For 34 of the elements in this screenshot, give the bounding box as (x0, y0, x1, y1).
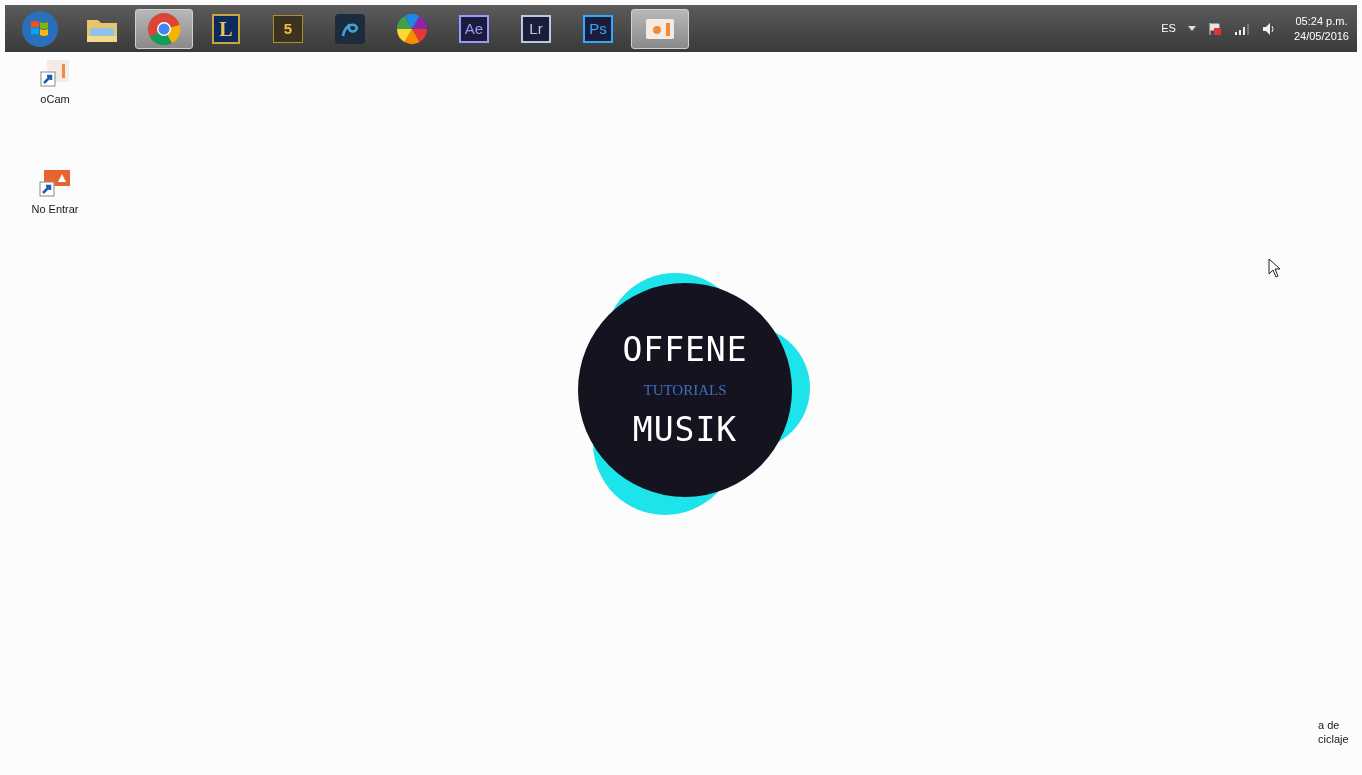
taskbar-button[interactable]: 5 (259, 8, 317, 49)
app-icon: Lr (521, 14, 551, 43)
speaker-icon[interactable] (1261, 21, 1276, 36)
taskbar-button[interactable] (135, 8, 193, 49)
color-wheel-icon (396, 12, 428, 45)
app-icon: L (212, 13, 240, 44)
desktop-icon-label[interactable]: a de (1318, 718, 1340, 732)
camera-shortcut-icon[interactable] (39, 58, 71, 88)
clock-time: 05:24 p.m. (1295, 13, 1348, 29)
flag-icon[interactable] (1207, 21, 1222, 36)
taskbar-button[interactable] (631, 8, 689, 49)
logo-subtitle: TUTORIALS (643, 381, 727, 399)
taskbar-button[interactable]: Ae (445, 8, 503, 49)
taskbar-button[interactable]: Lr (507, 8, 565, 49)
desktop-icon-label[interactable]: No Entrar (31, 200, 79, 217)
app-icon: Ps (583, 14, 613, 43)
signal-icon[interactable] (1233, 22, 1250, 35)
taskbar-button[interactable]: L (197, 8, 255, 49)
windows-start-icon (21, 9, 59, 48)
logo-title: OFFENE (622, 331, 748, 369)
app-icon: 5 (273, 14, 303, 43)
app-icon: Ae (459, 14, 489, 43)
sign-shortcut-icon[interactable] (38, 167, 72, 198)
language-indicator[interactable]: ES (1161, 20, 1176, 37)
swirl-icon (335, 13, 365, 44)
chrome-icon (147, 11, 181, 46)
taskbar-button[interactable]: Ps (569, 8, 627, 49)
logo-title: MUSIK (632, 411, 738, 449)
desktop-icon-label[interactable]: oCam (40, 91, 70, 108)
clock[interactable]: 05:24 p.m. 24/05/2016 (1293, 13, 1349, 44)
cursor-icon (1268, 258, 1282, 278)
caret-icon[interactable] (1187, 26, 1196, 31)
desktop-icon-label[interactable]: ciclaje (1318, 732, 1349, 746)
clock-date: 24/05/2016 (1293, 28, 1349, 44)
